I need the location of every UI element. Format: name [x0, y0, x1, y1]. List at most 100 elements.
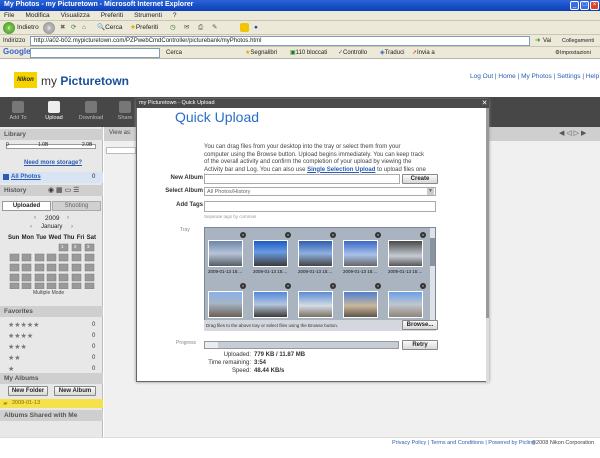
need-storage-link[interactable]: Need more storage? — [24, 160, 82, 166]
rating-4-item[interactable]: ★★★★ 0 — [8, 331, 98, 342]
next-year-icon[interactable]: › — [67, 215, 69, 221]
photo-thumbnail[interactable] — [253, 240, 288, 267]
google-settings-button[interactable]: ⚙Impostazioni — [555, 48, 591, 58]
browse-button[interactable]: Browse... — [402, 320, 438, 330]
footer: Privacy Policy | Terms and Conditions | … — [0, 437, 600, 458]
print-icon[interactable]: ⎙ — [198, 23, 203, 33]
add-to-button[interactable]: Add To — [3, 101, 33, 121]
back-label[interactable]: Indietro — [17, 23, 39, 33]
photos-icon — [3, 174, 9, 180]
photo-caption: 2009-01-13 15:... — [298, 269, 333, 274]
calendar-grid[interactable] — [8, 243, 96, 290]
go-button[interactable]: Vai — [543, 36, 551, 46]
refresh-icon[interactable]: ⟳ — [71, 23, 76, 33]
bookmarks-button[interactable]: ★Segnalibri — [245, 48, 277, 58]
menu-tools[interactable]: Strumenti — [134, 12, 162, 19]
note-icon[interactable] — [240, 23, 249, 33]
tab-uploaded[interactable]: Uploaded — [2, 201, 51, 211]
photo-thumbnail[interactable] — [253, 291, 288, 318]
rating-2-item[interactable]: ★★ 0 — [8, 353, 98, 364]
window-title-bar: My Photos - my Picturetown - Microsoft I… — [0, 0, 600, 11]
menu-help[interactable]: ? — [173, 12, 177, 19]
stop-icon[interactable]: ✖ — [60, 23, 65, 33]
translate-button[interactable]: ◈Traduci — [380, 48, 404, 58]
favorites-button[interactable]: ★Preferiti — [130, 23, 158, 33]
photo-thumbnail[interactable] — [388, 291, 423, 318]
single-upload-link[interactable]: Single Selection Upload — [307, 167, 375, 173]
add-tags-input[interactable] — [204, 201, 436, 212]
photo-thumbnail[interactable] — [208, 240, 243, 267]
multiple-mode-label[interactable]: Multiple Mode — [33, 290, 64, 296]
create-button[interactable]: Create — [402, 174, 438, 184]
close-window-icon[interactable]: × — [590, 1, 599, 10]
messenger-icon[interactable]: ● — [254, 23, 258, 33]
pager-icons[interactable]: ◀ ◁ ▷ ▶ — [559, 129, 586, 137]
top-links[interactable]: Log Out | Home | My Photos | Settings | … — [470, 73, 599, 80]
all-photos-item[interactable]: All Photos 0 — [0, 172, 103, 183]
folder-item[interactable]: ▰ 2009-01-13 — [0, 399, 103, 408]
tray-scroll-thumb[interactable] — [430, 238, 435, 266]
google-search-button[interactable]: Cerca — [166, 48, 182, 58]
remove-photo-icon[interactable]: × — [330, 232, 336, 238]
remove-photo-icon[interactable]: × — [240, 232, 246, 238]
download-button[interactable]: Download — [76, 101, 106, 121]
new-folder-button[interactable]: New Folder — [8, 386, 48, 396]
calendar-weekdays: Sun Mon Tue Wed Thu Fri Sat — [8, 235, 96, 241]
tab-shooting[interactable]: Shooting — [52, 201, 101, 211]
photo-thumbnail[interactable] — [343, 291, 378, 318]
back-icon[interactable]: ‹ — [3, 22, 15, 34]
url-input[interactable]: http://a02-b02.mypicturetown.com/PZPwebC… — [30, 36, 530, 46]
nikon-logo[interactable]: Nikon — [14, 72, 37, 88]
next-month-icon[interactable]: › — [71, 224, 73, 230]
remove-photo-icon[interactable]: × — [240, 283, 246, 289]
instructions-text-b: You can also use — [259, 166, 308, 173]
menu-file[interactable]: File — [4, 12, 14, 19]
calendar-day-1: 1 — [61, 244, 64, 249]
forward-icon[interactable]: › — [43, 22, 55, 34]
photo-thumbnail[interactable] — [298, 291, 333, 318]
footer-links[interactable]: Privacy Policy | Terms and Conditions | … — [392, 440, 535, 446]
edit-icon[interactable]: ✎ — [212, 23, 217, 33]
prev-year-icon[interactable]: ‹ — [34, 215, 36, 221]
remove-photo-icon[interactable]: × — [375, 283, 381, 289]
links-button[interactable]: Collegamenti — [562, 36, 594, 46]
upload-button[interactable]: Upload — [39, 101, 69, 121]
spellcheck-button[interactable]: ✓Controllo — [338, 48, 367, 58]
search-button[interactable]: 🔍Cerca — [97, 23, 122, 33]
rating-5-item[interactable]: ★★★★★ 0 — [8, 320, 98, 331]
dialog-scroll-thumb[interactable] — [486, 108, 489, 318]
photo-thumbnail[interactable] — [343, 240, 378, 267]
remove-photo-icon[interactable]: × — [420, 232, 426, 238]
menu-edit[interactable]: Modifica — [25, 12, 49, 19]
history-icon[interactable]: ◷ — [170, 23, 176, 33]
time-remaining-label: Time remaining: — [208, 360, 251, 366]
google-search-input[interactable] — [30, 48, 160, 58]
dialog-close-icon[interactable]: ✕ — [480, 99, 489, 108]
go-icon[interactable]: ➜ — [535, 36, 540, 46]
rating-3-item[interactable]: ★★★ 0 — [8, 342, 98, 353]
remove-photo-icon[interactable]: × — [420, 283, 426, 289]
maximize-icon[interactable]: □ — [580, 1, 589, 10]
photo-thumbnail[interactable] — [388, 240, 423, 267]
popup-blocker[interactable]: ▣110 bloccati — [290, 48, 327, 58]
remove-photo-icon[interactable]: × — [375, 232, 381, 238]
retry-button[interactable]: Retry — [402, 340, 438, 350]
menu-view[interactable]: Visualizza — [61, 12, 90, 19]
menu-favorites[interactable]: Preferiti — [101, 12, 123, 19]
new-album-input[interactable] — [204, 174, 400, 184]
photo-thumbnail[interactable] — [298, 240, 333, 267]
remove-photo-icon[interactable]: × — [330, 283, 336, 289]
mail-icon[interactable]: ✉ — [184, 23, 189, 33]
home-icon[interactable]: ⌂ — [82, 23, 86, 33]
send-to-button[interactable]: ➚Invia a — [412, 48, 435, 58]
site-brand[interactable]: my Picturetown — [41, 74, 129, 88]
remove-photo-icon[interactable]: × — [285, 283, 291, 289]
prev-month-icon[interactable]: ‹ — [30, 224, 32, 230]
view-toggle-icon[interactable]: ◉ ▦ ▭ ☰ — [48, 186, 79, 194]
view-select[interactable] — [106, 147, 136, 154]
new-album-button[interactable]: New Album — [54, 386, 96, 396]
photo-thumbnail[interactable] — [208, 291, 243, 318]
select-album-dropdown[interactable]: All Photos/History ▼ — [204, 187, 436, 196]
remove-photo-icon[interactable]: × — [285, 232, 291, 238]
minimize-icon[interactable]: _ — [570, 1, 579, 10]
